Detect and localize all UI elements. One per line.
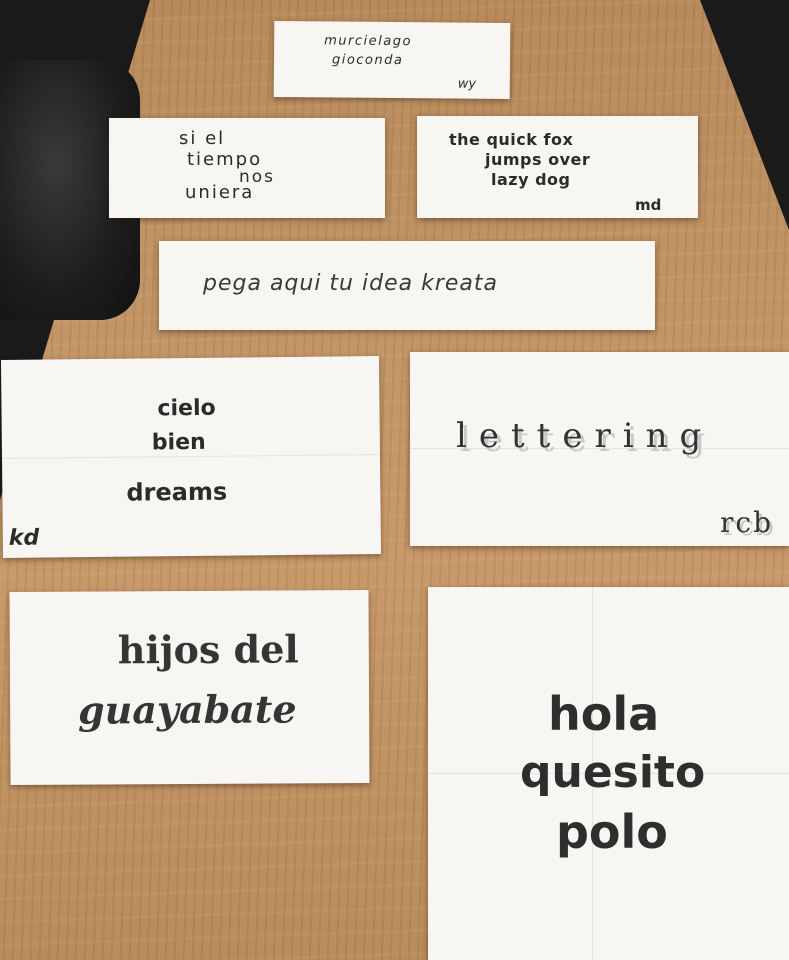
poster-murcielago-line2: gioconda — [331, 52, 404, 69]
poster-tiempo-line1: si el — [179, 128, 226, 149]
poster-hola-line2: quesito — [520, 747, 706, 798]
poster-hola-line3: polo — [556, 805, 668, 859]
poster-cielo-line3: dreams — [126, 477, 228, 507]
poster-cielo-signature: kd — [8, 525, 40, 551]
poster-tiempo: si el tiempo nos uniera — [109, 118, 385, 218]
poster-tiempo-line4: uniera — [185, 182, 255, 203]
poster-hola: hola quesito polo — [428, 587, 789, 960]
poster-pega-line1: pega aqui tu idea kreata — [203, 271, 498, 296]
poster-hola-line1: hola — [548, 687, 660, 741]
poster-pega: pega aqui tu idea kreata — [159, 241, 655, 330]
poster-hijos-line2: guayabate — [77, 686, 297, 733]
poster-cielo-line1: cielo — [157, 395, 216, 422]
poster-murcielago-line1: murcielago — [324, 33, 413, 50]
poster-murcielago: murcielago gioconda wy — [273, 20, 511, 100]
poster-fox-line1: the quick fox — [449, 130, 574, 149]
poster-fox-line2: jumps over — [485, 150, 591, 169]
poster-cielo: cielo bien dreams kd — [0, 356, 382, 558]
poster-murcielago-signature: wy — [457, 76, 477, 92]
poster-hijos-line1: hijos del — [117, 626, 299, 673]
poster-lettering: lettering rcb — [410, 352, 789, 546]
poster-fox-signature: md — [635, 196, 662, 214]
poster-cielo-line2: bien — [151, 429, 206, 456]
poster-fox: the quick fox jumps over lazy dog md — [417, 116, 698, 218]
poster-fox-line3: lazy dog — [491, 170, 571, 189]
poster-hijos: hijos del guayabate — [9, 590, 370, 785]
poster-lettering-line1: lettering — [456, 416, 714, 456]
poster-lettering-signature: rcb — [720, 506, 773, 539]
